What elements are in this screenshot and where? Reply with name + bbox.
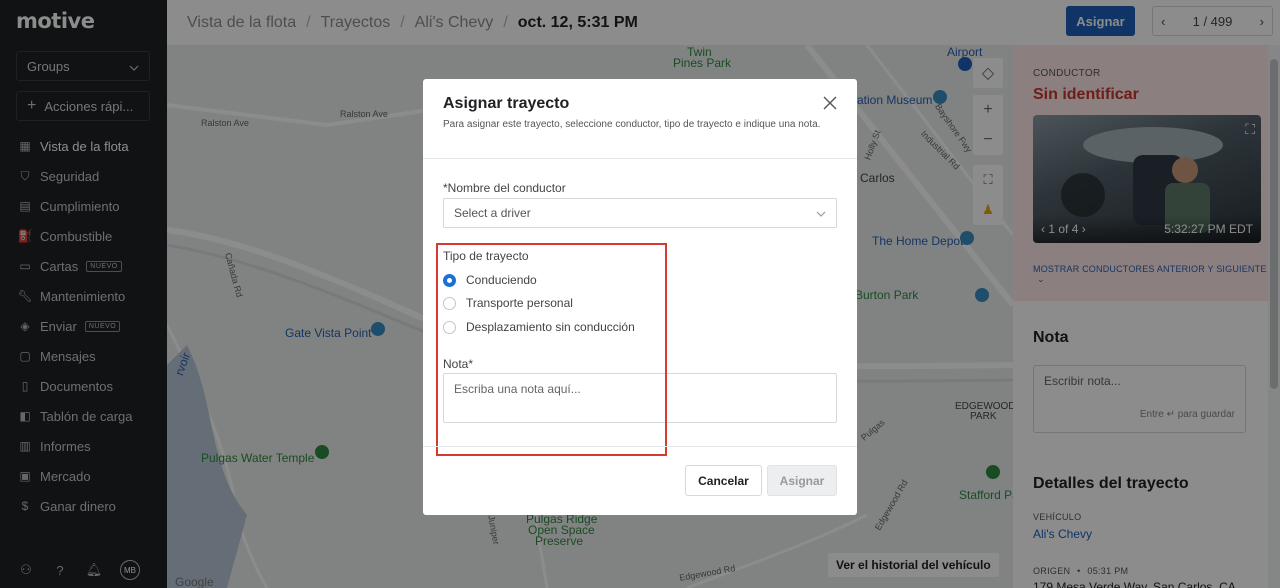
driver-field-label: *Nombre del conductor [443,181,566,195]
driver-select[interactable]: Select a driver [443,198,837,228]
driver-select-placeholder: Select a driver [454,206,531,220]
divider [423,446,857,447]
chevron-down-icon [816,206,826,220]
close-icon[interactable] [820,93,840,113]
dialog-description: Para asignar este trayecto, seleccione c… [443,119,821,130]
highlight-box [436,243,667,456]
assign-submit-button[interactable]: Asignar [767,465,837,496]
assign-trip-dialog: Asignar trayecto Para asignar este traye… [423,79,857,515]
cancel-button[interactable]: Cancelar [685,465,762,496]
dialog-title: Asignar trayecto [443,95,570,112]
divider [423,158,857,159]
